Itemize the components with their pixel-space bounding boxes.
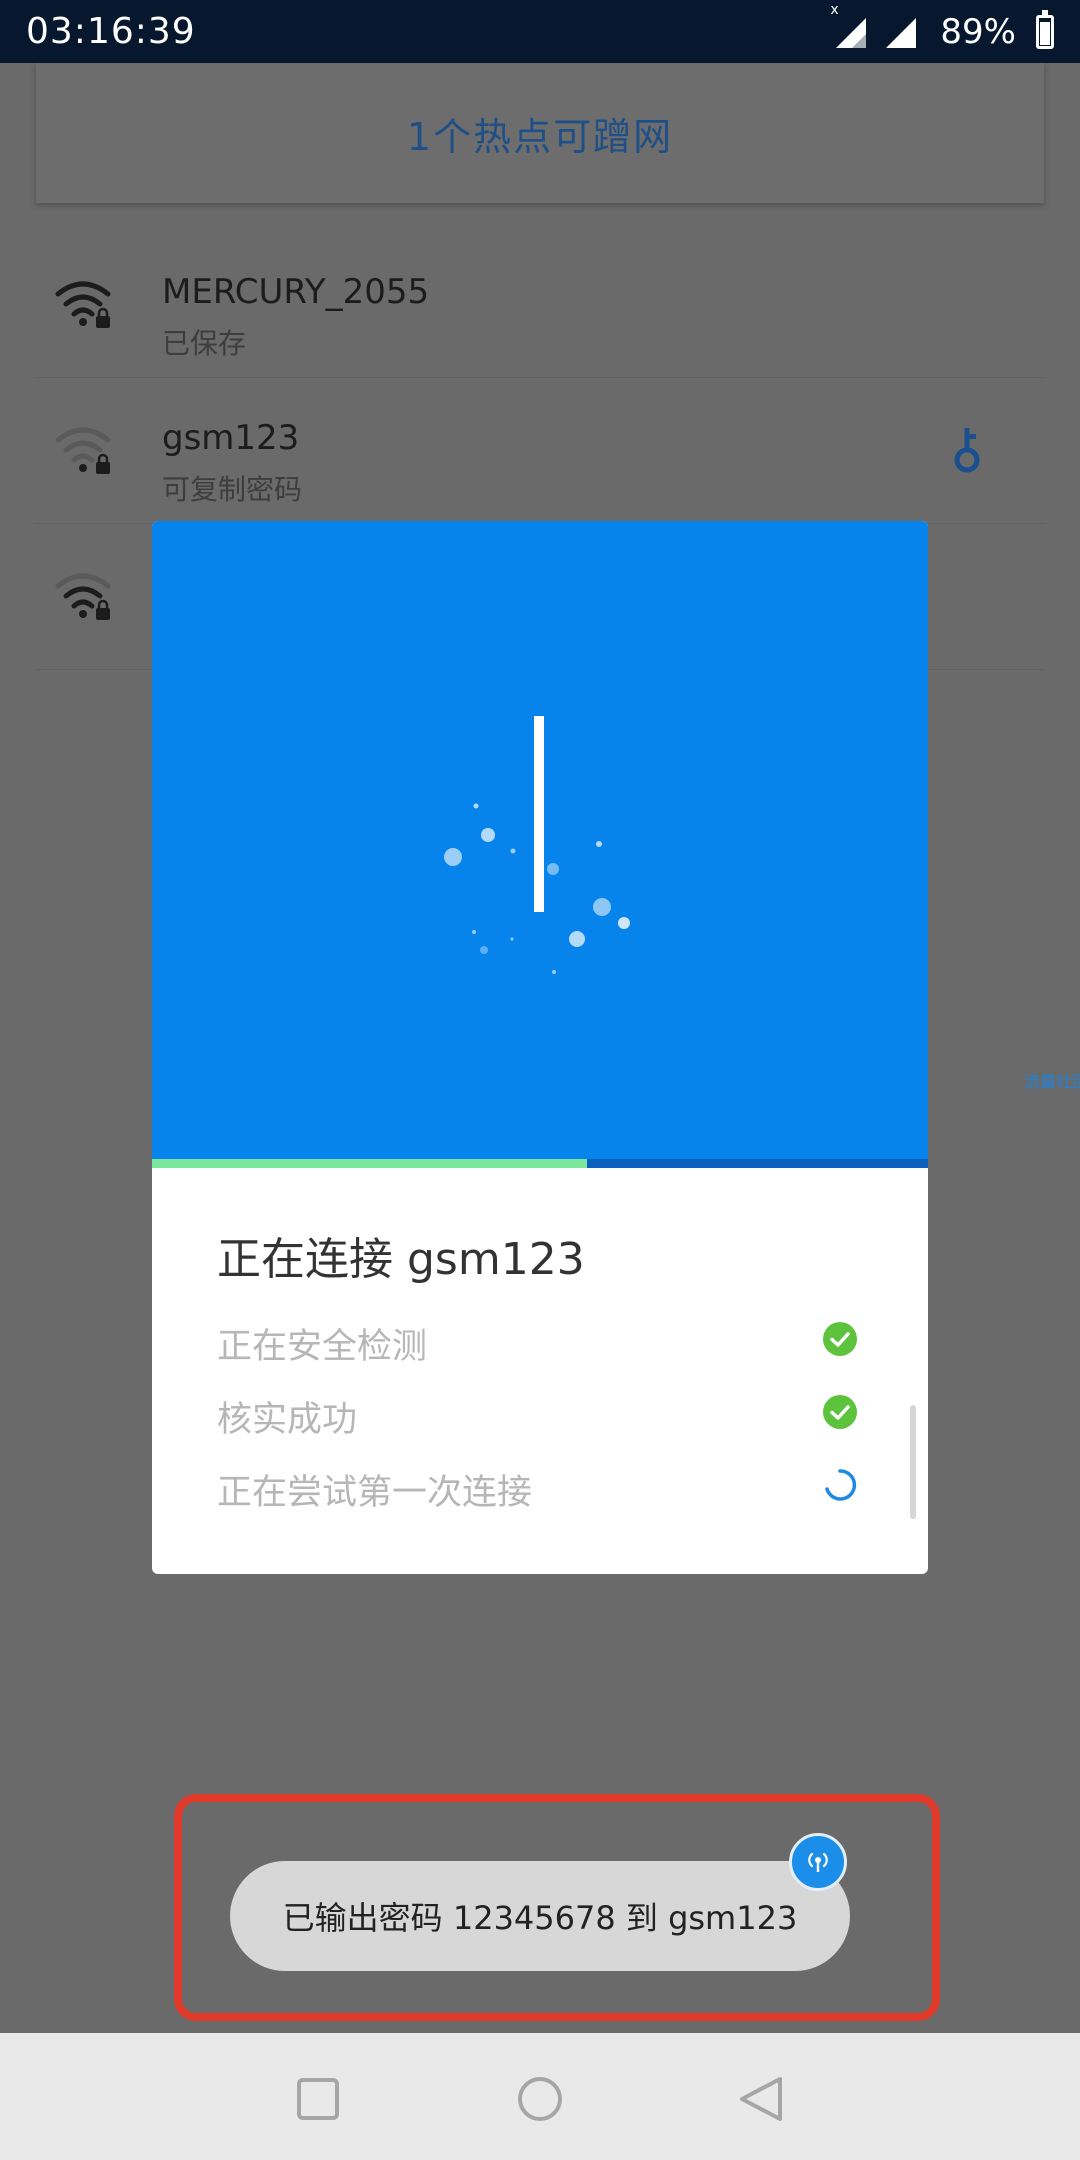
- battery-percentage: 89%: [940, 11, 1016, 52]
- toast-text: 已输出密码 12345678 到 gsm123: [282, 1899, 798, 1937]
- step-label: 正在安全检测: [217, 1327, 428, 1367]
- toast-message: 已输出密码 12345678 到 gsm123: [230, 1861, 850, 1971]
- wifi-list-item[interactable]: MERCURY_2055 已保存: [36, 232, 1044, 378]
- loading-bar: [534, 716, 544, 912]
- wifi-lock-icon: [54, 424, 112, 476]
- wifi-status: 已保存: [162, 327, 247, 360]
- connecting-animation-icon: [444, 716, 630, 974]
- status-bar: 03:16:39 x 89%: [0, 0, 1080, 63]
- page-title: 1个热点可蹭网: [406, 114, 674, 159]
- back-icon[interactable]: [722, 2059, 802, 2139]
- check-circle-icon: [823, 1395, 857, 1429]
- status-time: 03:16:39: [26, 11, 196, 52]
- wifi-lock-icon: [54, 278, 112, 330]
- battery-icon: [1036, 9, 1054, 49]
- step-label: 正在尝试第一次连接: [217, 1473, 533, 1513]
- check-circle-icon: [823, 1322, 857, 1356]
- spinner-icon: [823, 1468, 857, 1502]
- status-icons: x 89%: [830, 2, 1054, 52]
- connection-step: 正在尝试第一次连接: [217, 1456, 857, 1513]
- wifi-lock-icon: [54, 570, 112, 622]
- hotspot-icon[interactable]: [789, 1833, 847, 1891]
- connection-step: 正在安全检测: [217, 1310, 857, 1367]
- side-link[interactable]: 流量社区: [1024, 1068, 1080, 1092]
- connection-progress: [152, 1159, 928, 1168]
- connection-step: 核实成功: [217, 1383, 857, 1440]
- dialog-scrollbar[interactable]: [910, 1405, 916, 1519]
- connection-progress-fill: [152, 1159, 587, 1168]
- wifi-ssid: gsm123: [162, 418, 300, 458]
- dialog-title: 正在连接 gsm123: [217, 1234, 585, 1285]
- signal-icon: x: [830, 2, 868, 50]
- navigation-bar: [0, 2033, 1080, 2160]
- dialog-hero: [152, 521, 928, 1168]
- key-icon[interactable]: [950, 426, 984, 474]
- wifi-status: 可复制密码: [162, 473, 303, 506]
- wifi-list-item[interactable]: gsm123 可复制密码: [36, 378, 1044, 524]
- connecting-dialog: 正在连接 gsm123 正在安全检测 核实成功 正在尝试第一次连接: [152, 521, 928, 1574]
- hotspot-header: 1个热点可蹭网: [36, 63, 1044, 203]
- recent-apps-icon[interactable]: [278, 2059, 358, 2139]
- step-label: 核实成功: [217, 1400, 358, 1440]
- battery-fill: [1040, 21, 1050, 45]
- home-icon[interactable]: [500, 2059, 580, 2139]
- wifi-ssid: MERCURY_2055: [162, 272, 430, 312]
- signal-icon: [882, 14, 918, 50]
- no-sim-mark: x: [830, 1, 839, 18]
